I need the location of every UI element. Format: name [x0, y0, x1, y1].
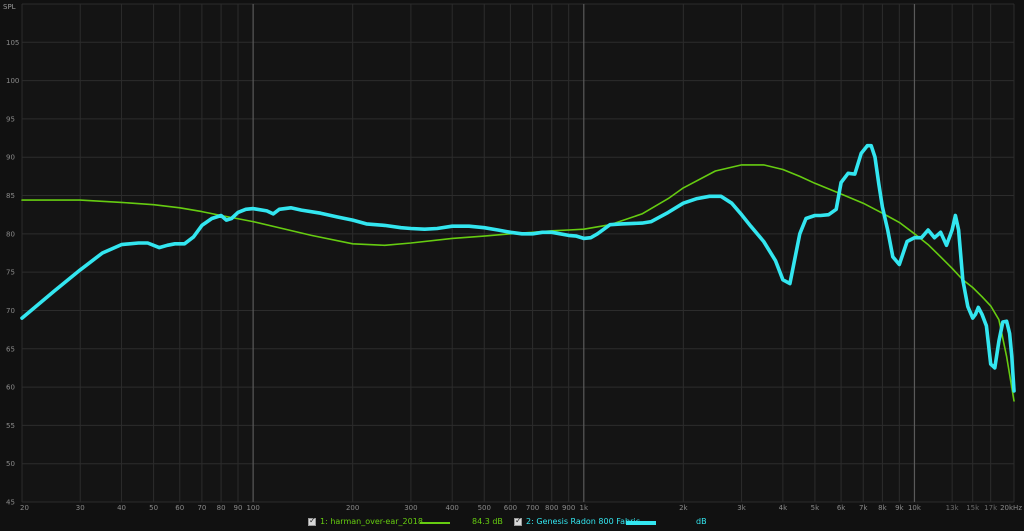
legend-swatch-genesis: [626, 521, 656, 525]
x-tick-label: 70: [197, 504, 206, 512]
x-tick-label: 90: [234, 504, 243, 512]
x-tick-label: 700: [526, 504, 539, 512]
y-tick-label: 45: [6, 499, 15, 507]
x-tick-label: 17k: [984, 504, 998, 512]
legend-item-harman[interactable]: 1: harman_over-ear_2018: [308, 516, 423, 526]
y-tick-label: 85: [6, 192, 15, 200]
y-tick-label: 60: [6, 384, 15, 392]
x-tick-label: 20kHz: [1000, 504, 1022, 512]
y-tick-label: 80: [6, 230, 15, 238]
legend-swatch-harman: [420, 522, 450, 524]
frequency-response-chart: SPL 45 50 55 60 65 70 75 80 85 90 95 100 105 20 30 40 5…: [3, 3, 1022, 512]
x-tick-label: 400: [446, 504, 459, 512]
x-tick-label: 7k: [859, 504, 868, 512]
legend-item-genesis[interactable]: 2: Genesis Radon 800 Fabric: [514, 516, 640, 526]
x-tick-label: 30: [76, 504, 85, 512]
x-tick-label: 3k: [737, 504, 746, 512]
x-tick-label: 40: [117, 504, 126, 512]
x-tick-label: 4k: [779, 504, 788, 512]
x-tick-label: 50: [149, 504, 158, 512]
legend: 1: harman_over-ear_2018 84.3 dB 2: Genes…: [0, 514, 1024, 531]
legend-value-harman: 84.3 dB: [472, 517, 503, 526]
x-tick-label: 10k: [908, 504, 922, 512]
y-tick-labels: 45 50 55 60 65 70 75 80 85 90 95 100 105: [6, 39, 19, 507]
x-tick-label: 900: [562, 504, 575, 512]
x-tick-label: 20: [20, 504, 29, 512]
x-tick-label: 6k: [837, 504, 846, 512]
x-tick-label: 5k: [811, 504, 820, 512]
x-tick-label: 60: [175, 504, 184, 512]
plot-background: [22, 4, 1014, 502]
x-tick-label: 80: [217, 504, 226, 512]
x-tick-label: 800: [545, 504, 558, 512]
checkbox-harman[interactable]: [308, 516, 316, 526]
y-tick-label: 70: [6, 307, 15, 315]
y-tick-label: 95: [6, 115, 15, 123]
x-tick-label: 1k: [580, 504, 589, 512]
checkbox-genesis[interactable]: [514, 516, 522, 526]
y-tick-label: 105: [6, 39, 19, 47]
y-tick-label: 65: [6, 345, 15, 353]
x-tick-label: 13k: [946, 504, 960, 512]
y-tick-label: 55: [6, 422, 15, 430]
x-tick-label: 300: [404, 504, 417, 512]
x-tick-label: 15k: [966, 504, 980, 512]
x-tick-label: 8k: [878, 504, 887, 512]
x-tick-labels: 20 30 40 50 60 70 80 90 100 200 300 400 500 600 700 800…: [20, 504, 1022, 512]
y-tick-label: 100: [6, 77, 19, 85]
legend-value-genesis: dB: [696, 517, 707, 526]
y-tick-label: 75: [6, 269, 15, 277]
legend-label-genesis: 2: Genesis Radon 800 Fabric: [526, 517, 640, 526]
x-tick-label: 500: [478, 504, 491, 512]
x-tick-label: 100: [246, 504, 259, 512]
y-axis-label: SPL: [3, 3, 16, 11]
x-tick-label: 2k: [679, 504, 688, 512]
x-tick-label: 9k: [895, 504, 904, 512]
legend-label-harman: 1: harman_over-ear_2018: [320, 517, 423, 526]
x-tick-label: 200: [346, 504, 359, 512]
y-tick-label: 50: [6, 460, 15, 468]
y-tick-label: 90: [6, 154, 15, 162]
x-tick-label: 600: [504, 504, 517, 512]
